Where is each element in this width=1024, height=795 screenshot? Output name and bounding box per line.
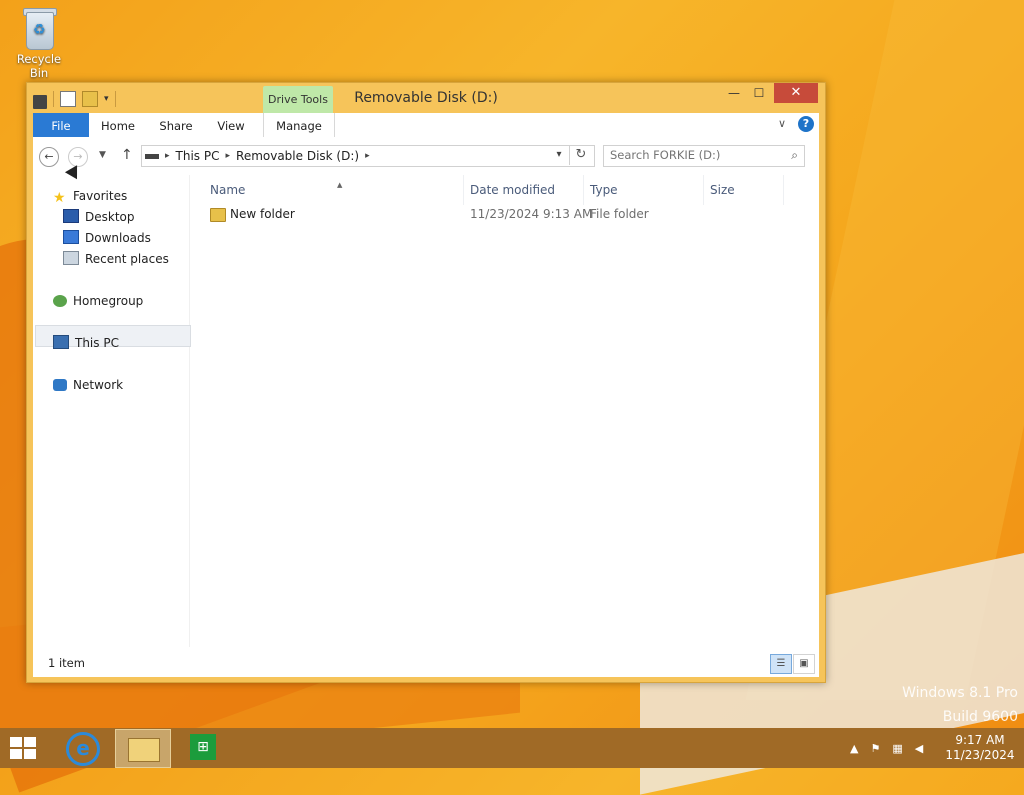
address-bar[interactable]: ▸ This PC ▸ Removable Disk (D:) ▸: [141, 145, 595, 167]
address-history-chevron-icon[interactable]: ▾: [551, 145, 567, 165]
file-explorer-icon: [128, 738, 160, 762]
volume-muted-icon[interactable]: ◀: [915, 742, 923, 755]
sort-ascending-icon: ▲: [337, 181, 343, 189]
downloads-icon: [63, 230, 79, 244]
details-view-button[interactable]: ☰: [770, 654, 792, 674]
help-icon[interactable]: ?: [798, 116, 814, 132]
tab-view[interactable]: View: [209, 113, 253, 137]
navigation-pane: ★ Favorites Desktop Downloads Recent plac…: [33, 175, 191, 647]
expand-ribbon-chevron-icon[interactable]: ∨: [778, 117, 786, 130]
content-area: ★ Favorites Desktop Downloads Recent plac…: [33, 175, 819, 647]
navpane-favorites[interactable]: ★ Favorites: [53, 187, 127, 206]
up-button[interactable]: ↑: [121, 147, 133, 163]
breadcrumb-separator-icon[interactable]: ▸: [165, 151, 170, 161]
breadcrumb-this-pc[interactable]: This PC: [176, 149, 220, 163]
taskbar: e ⊞ ▲ ⚑ ▦ ◀ 9:17 AM 11/23/2024: [0, 728, 1024, 768]
network-status-icon[interactable]: ▦: [892, 742, 902, 755]
tab-home[interactable]: Home: [95, 113, 141, 137]
system-tray: ▲ ⚑ ▦ ◀: [850, 742, 923, 755]
navpane-item-recent-places[interactable]: Recent places: [63, 250, 169, 268]
breadcrumb-separator-icon[interactable]: ▸: [365, 151, 370, 161]
ribbon-tab-bar: File Home Share View Manage ∨ ?: [33, 113, 819, 138]
computer-icon: [53, 335, 69, 349]
tab-file[interactable]: File: [33, 113, 89, 137]
search-icon[interactable]: ⌕: [791, 148, 798, 163]
large-icons-view-button[interactable]: ▣: [793, 654, 815, 674]
desktop-icon-label: Recycle Bin: [16, 52, 62, 80]
navpane-item-desktop[interactable]: Desktop: [63, 208, 135, 226]
refresh-button[interactable]: ↻: [569, 145, 592, 165]
file-name: New folder: [230, 207, 295, 221]
file-row[interactable]: New folder 11/23/2024 9:13 AM File folde…: [201, 205, 791, 225]
clock-date: 11/23/2024: [945, 748, 1015, 762]
file-explorer-taskbar-button[interactable]: [115, 729, 171, 768]
internet-explorer-icon: e: [66, 732, 100, 766]
action-center-flag-icon[interactable]: ⚑: [870, 742, 880, 755]
windows-build-watermark: Build 9600: [942, 709, 1018, 725]
title-bar[interactable]: ▾ Drive Tools Removable Disk (D:) — ☐ ✕: [27, 83, 825, 113]
windows-version-watermark: Windows 8.1 Pro: [902, 685, 1018, 701]
navigation-bar: ← → ▼ ↑ ▸ This PC ▸ Removable Disk (D:) …: [33, 137, 819, 175]
file-type: File folder: [590, 207, 649, 221]
column-header-date-modified[interactable]: Date modified: [470, 183, 555, 197]
forward-button[interactable]: →: [68, 147, 88, 167]
taskbar-clock[interactable]: 9:17 AM 11/23/2024: [944, 733, 1016, 763]
column-divider[interactable]: [583, 175, 584, 205]
tab-manage[interactable]: Manage: [263, 113, 335, 137]
desktop-icon: [63, 209, 79, 223]
folder-icon: [210, 208, 226, 222]
file-explorer-window: ▾ Drive Tools Removable Disk (D:) — ☐ ✕ …: [26, 82, 826, 683]
recycle-bin-icon: ♻: [22, 6, 57, 50]
start-button[interactable]: [10, 737, 38, 761]
drive-icon: [145, 153, 159, 159]
navpane-item-this-pc[interactable]: This PC: [53, 334, 119, 352]
recent-places-icon: [63, 251, 79, 265]
tab-share[interactable]: Share: [153, 113, 199, 137]
column-header-type[interactable]: Type: [590, 183, 618, 197]
column-header-name[interactable]: Name ▲: [210, 181, 460, 197]
breadcrumb-removable-disk[interactable]: Removable Disk (D:): [236, 149, 359, 163]
status-bar: 1 item ☰ ▣: [33, 647, 819, 677]
file-date-modified: 11/23/2024 9:13 AM: [470, 207, 593, 221]
column-divider[interactable]: [703, 175, 704, 205]
file-list: Name ▲ Date modified Type Size New folde…: [201, 175, 819, 647]
search-input[interactable]: [604, 146, 786, 164]
store-taskbar-button[interactable]: ⊞: [186, 732, 220, 764]
store-icon: ⊞: [190, 734, 216, 760]
search-box[interactable]: ⌕: [603, 145, 805, 167]
column-divider[interactable]: [783, 175, 784, 205]
back-button[interactable]: ←: [39, 147, 59, 167]
recent-locations-chevron-icon[interactable]: ▼: [99, 150, 106, 160]
desktop-icon-recycle-bin[interactable]: ♻ Recycle Bin: [6, 6, 72, 80]
star-icon: ★: [53, 190, 66, 206]
item-count: 1 item: [48, 656, 85, 670]
navpane-item-downloads[interactable]: Downloads: [63, 229, 151, 247]
maximize-button[interactable]: ☐: [748, 83, 770, 103]
clock-time: 9:17 AM: [955, 733, 1005, 747]
column-divider[interactable]: [463, 175, 464, 205]
window-title: Removable Disk (D:): [354, 90, 498, 106]
breadcrumb-separator-icon[interactable]: ▸: [225, 151, 230, 161]
close-button[interactable]: ✕: [774, 83, 818, 103]
internet-explorer-taskbar-button[interactable]: e: [62, 732, 100, 766]
minimize-button[interactable]: —: [723, 83, 745, 103]
navpane-item-homegroup[interactable]: Homegroup: [53, 292, 143, 310]
column-header-size[interactable]: Size: [710, 183, 735, 197]
show-hidden-icons-icon[interactable]: ▲: [850, 742, 858, 755]
homegroup-icon: [53, 295, 67, 307]
network-icon: [53, 379, 67, 391]
navpane-item-network[interactable]: Network: [53, 376, 123, 394]
